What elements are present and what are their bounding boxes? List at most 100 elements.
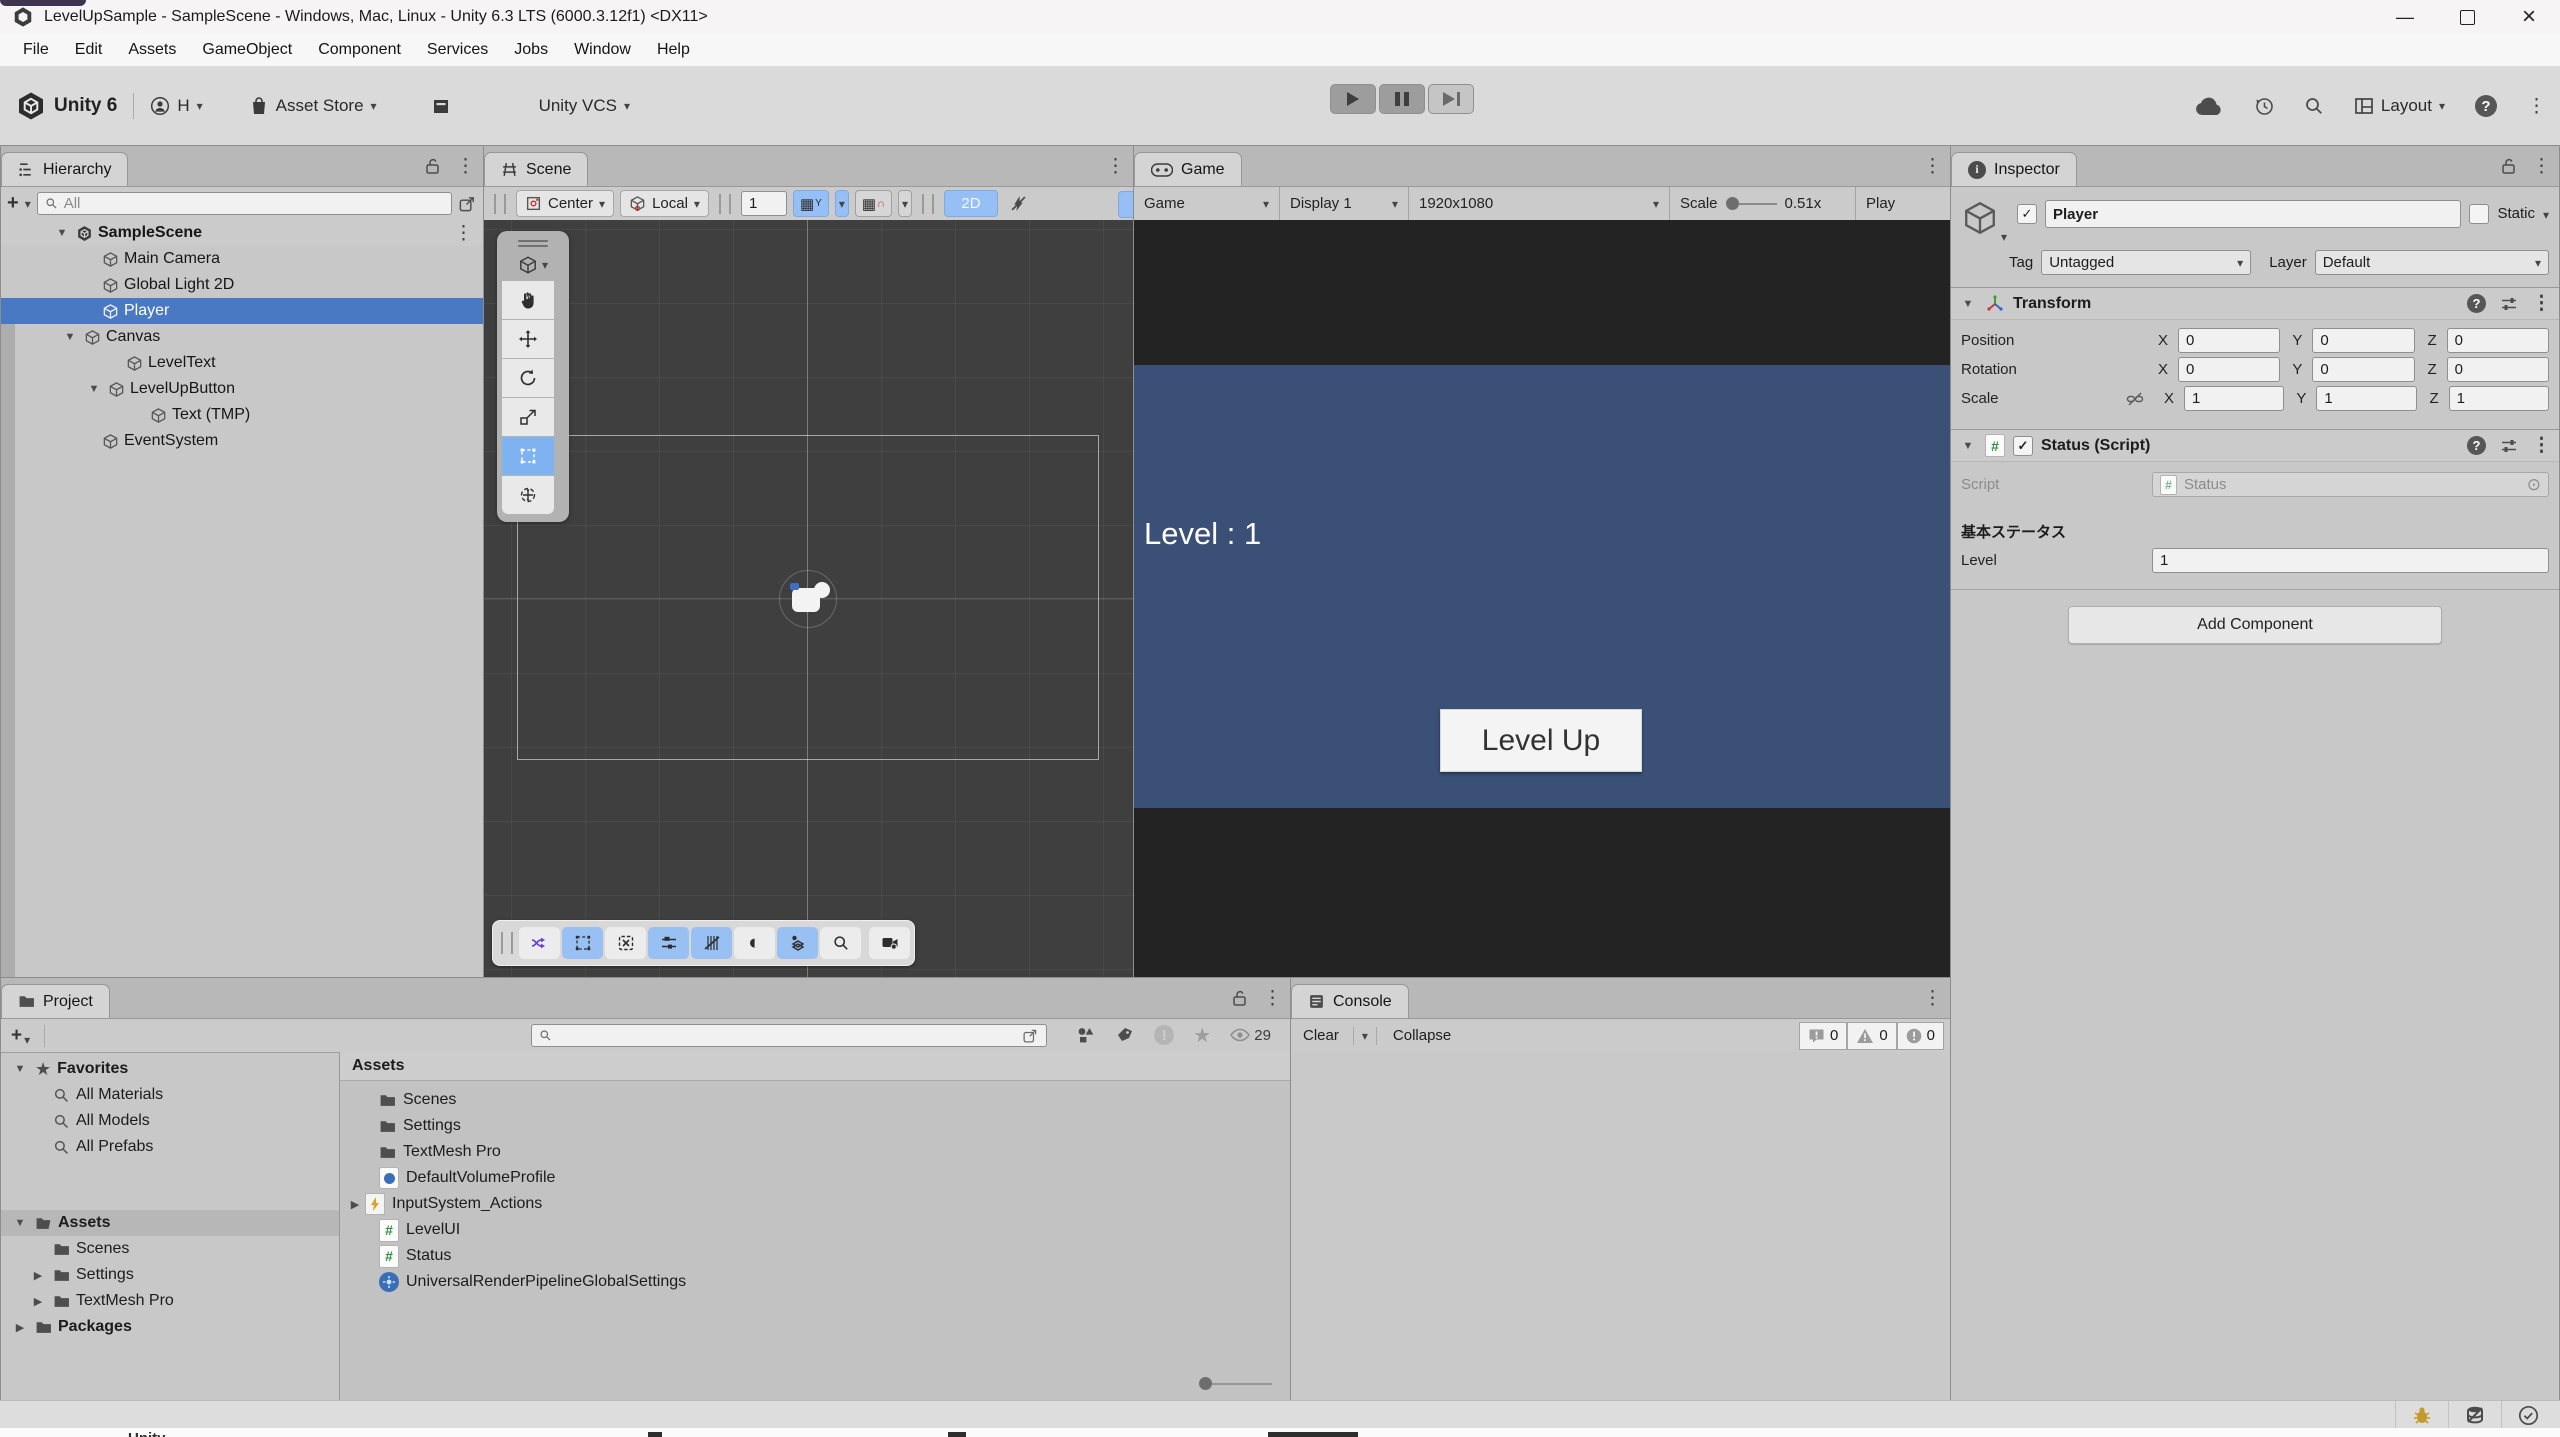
progress-cell[interactable] [2501, 1401, 2554, 1429]
foldout-closed-icon[interactable]: ▶ [346, 1198, 364, 1211]
overlay-drag-handle[interactable] [501, 932, 513, 954]
overlay-sliders-toggle[interactable] [648, 927, 689, 959]
hierarchy-item-scene[interactable]: ▼ SampleScene ⋮ [1, 220, 483, 246]
tab-console[interactable]: Console [1291, 984, 1409, 1018]
hierarchy-item[interactable]: Text (TMP) [1, 402, 483, 428]
kebab-menu-icon[interactable]: ⋮ [1923, 155, 1942, 178]
view-hand-tool[interactable] [502, 281, 554, 319]
rotate-tool[interactable] [502, 359, 554, 397]
orientation-dropdown[interactable]: Local ▾ [620, 190, 709, 217]
scene-lighting-toggle[interactable] [1004, 191, 1033, 216]
audio-toggle-clipped[interactable] [1118, 191, 1133, 218]
scale-y-field[interactable]: 1 [2316, 386, 2416, 411]
transform-header[interactable]: ▼ Transform ? ⋮ [1951, 287, 2559, 320]
archive-button[interactable] [431, 96, 451, 116]
tab-game[interactable]: Game [1134, 152, 1242, 186]
chevron-down-icon[interactable]: ▾ [25, 197, 31, 211]
kebab-menu-icon[interactable]: ⋮ [1923, 987, 1942, 1010]
toolbar-grip[interactable] [922, 194, 934, 214]
unlink-icon[interactable] [2126, 391, 2144, 407]
menu-window[interactable]: Window [561, 41, 644, 59]
active-checkbox[interactable]: ✓ [2017, 204, 2037, 224]
info-count-toggle[interactable]: 0 [1799, 1022, 1847, 1050]
scene-viewport[interactable]: ▾ [484, 220, 1133, 977]
rect-tool-active[interactable] [502, 437, 554, 475]
asset-item[interactable]: UniversalRenderPipelineGlobalSettings [340, 1269, 1290, 1295]
asset-item[interactable]: Scenes [340, 1087, 1290, 1113]
kebab-menu-icon[interactable]: ⋮ [2527, 95, 2546, 118]
hierarchy-item[interactable]: EventSystem [1, 428, 483, 454]
unity-vcs-menu[interactable]: Unity VCS ▾ [539, 96, 630, 116]
move-tool[interactable] [502, 320, 554, 358]
hierarchy-item[interactable]: LevelText [1, 350, 483, 376]
foldout-closed-icon[interactable]: ▶ [11, 1321, 29, 1334]
packages-root[interactable]: ▶ Packages [1, 1314, 339, 1340]
tag-dropdown[interactable]: Untagged ▾ [2041, 250, 2251, 275]
position-x-field[interactable]: 0 [2178, 328, 2280, 353]
asset-item[interactable]: ▶ InputSystem_Actions [340, 1191, 1290, 1217]
presets-icon[interactable] [2500, 296, 2518, 312]
favorites-item[interactable]: All Prefabs [1, 1134, 339, 1160]
transform-tool[interactable] [502, 476, 554, 514]
tool-settings-dropdown[interactable]: ▾ [502, 250, 564, 280]
picker-icon[interactable] [458, 194, 477, 213]
play-button[interactable] [1330, 84, 1376, 114]
rotation-z-field[interactable]: 0 [2447, 357, 2549, 382]
kebab-menu-icon[interactable]: ⋮ [2532, 155, 2551, 178]
hierarchy-item[interactable]: ▼ Canvas [1, 324, 483, 350]
menu-services[interactable]: Services [414, 41, 501, 59]
lock-icon[interactable] [425, 158, 440, 175]
object-picker-icon[interactable]: ⊙ [2527, 475, 2541, 495]
debugger-cell[interactable] [2395, 1401, 2448, 1429]
asset-store-menu[interactable]: Asset Store ▾ [249, 96, 377, 116]
asset-item[interactable]: # LevelUI [340, 1217, 1290, 1243]
menu-gameobject[interactable]: GameObject [189, 41, 305, 59]
hierarchy-item-selected[interactable]: Player [1, 298, 483, 324]
kebab-menu-icon[interactable]: ⋮ [454, 222, 473, 245]
warning-count-toggle[interactable]: 0 [1847, 1022, 1896, 1050]
console-log-area[interactable] [1291, 1052, 1950, 1400]
favorites-item[interactable]: All Models [1, 1108, 339, 1134]
clear-button[interactable]: Clear [1297, 1027, 1345, 1044]
overlay-drag-handle[interactable] [518, 240, 548, 242]
favorites-root[interactable]: ▼ ★ Favorites [1, 1056, 339, 1082]
status-script-header[interactable]: ▼ # ✓ Status (Script) ? ⋮ [1951, 429, 2559, 462]
collapse-button[interactable]: Collapse [1385, 1027, 1459, 1044]
favorites-item[interactable]: All Materials [1, 1082, 339, 1108]
rotation-y-field[interactable]: 0 [2312, 357, 2414, 382]
foldout-open-icon[interactable]: ▼ [85, 383, 103, 395]
position-y-field[interactable]: 0 [2312, 328, 2414, 353]
open-search-icon[interactable] [1022, 1027, 1039, 1044]
foldout-open-icon[interactable]: ▼ [11, 1217, 29, 1229]
gameobject-icon-dropdown[interactable]: ▾ [1961, 199, 2009, 242]
game-view-dropdown[interactable]: Game ▾ [1134, 187, 1280, 220]
slider-knob[interactable] [1199, 1377, 1212, 1390]
add-object-button[interactable]: + [7, 192, 19, 215]
display-dropdown[interactable]: Display 1 ▾ [1280, 187, 1409, 220]
rect-gizmos-toggle[interactable] [562, 927, 603, 959]
create-asset-button[interactable]: + [11, 1025, 22, 1047]
asset-item[interactable]: # Status [340, 1243, 1290, 1269]
kebab-menu-icon[interactable]: ⋮ [2532, 434, 2551, 457]
account-menu[interactable]: H ▾ [150, 96, 202, 116]
kebab-menu-icon[interactable]: ⋮ [456, 155, 475, 178]
camera-settings-toggle[interactable] [869, 927, 910, 959]
tab-project[interactable]: Project [1, 984, 110, 1018]
kebab-menu-icon[interactable]: ⋮ [1106, 155, 1125, 178]
snap-dropdown[interactable]: ▾ [898, 190, 912, 217]
cloud-icon[interactable] [2194, 95, 2224, 117]
hidden-lines-toggle[interactable] [691, 927, 732, 959]
gameobject-name-field[interactable]: Player [2045, 200, 2461, 228]
add-component-button[interactable]: Add Component [2068, 606, 2442, 644]
kebab-menu-icon[interactable]: ⋮ [2532, 292, 2551, 315]
asset-item[interactable]: TextMesh Pro [340, 1139, 1290, 1165]
tree-folder[interactable]: ▶ Settings [1, 1262, 339, 1288]
foldout-closed-icon[interactable]: ▶ [29, 1295, 47, 1308]
tab-hierarchy[interactable]: Hierarchy [1, 152, 128, 186]
minimize-button[interactable]: — [2374, 0, 2436, 34]
asset-item[interactable]: DefaultVolumeProfile [340, 1165, 1290, 1191]
kebab-menu-icon[interactable]: ⋮ [1263, 987, 1282, 1010]
history-icon[interactable] [2254, 96, 2274, 116]
menu-file[interactable]: File [10, 41, 62, 59]
grid-size-field[interactable]: 1 [741, 191, 787, 216]
